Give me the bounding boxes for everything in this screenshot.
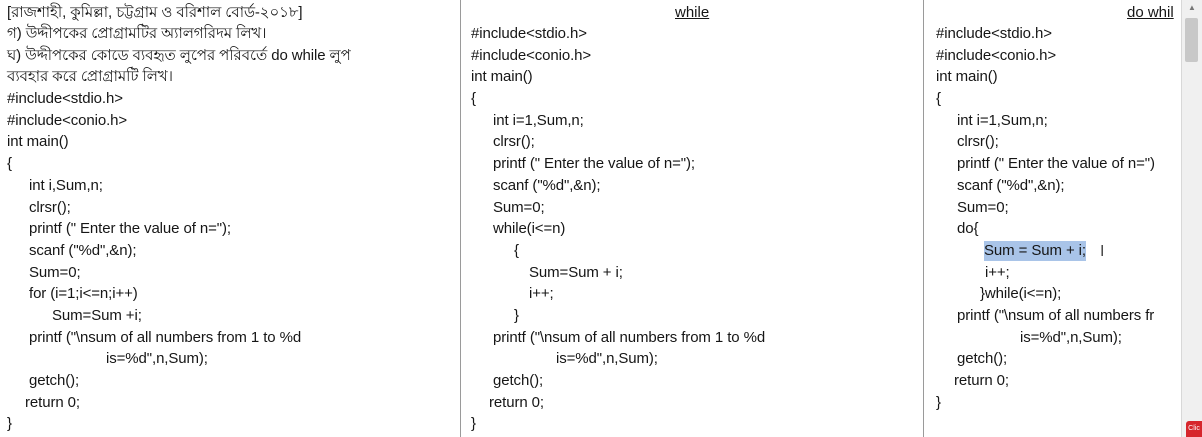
code-line: is=%d",n,Sum); [556,350,658,367]
question-part-gha: ঘ) উদ্দীপকের কোডে ব্যবহৃত লুপের পরিবর্তে… [7,47,351,64]
code-line: printf (" Enter the value of n="); [493,155,695,172]
scrollbar-thumb[interactable] [1185,18,1198,62]
code-line: Sum=Sum +i; [52,307,142,324]
code-line: clrsr(); [29,199,71,216]
code-line: int main() [7,133,69,150]
code-line: int i=1,Sum,n; [493,112,584,129]
code-line: int main() [471,68,533,85]
question-column: [রাজশাহী, কুমিল্লা, চট্টগ্রাম ও বরিশাল ব… [0,0,461,437]
scroll-up-arrow-icon[interactable]: ▲ [1182,0,1202,16]
code-line: #include<stdio.h> [7,90,123,107]
code-line: } [514,307,519,324]
code-line: Sum=0; [493,199,545,216]
code-line: { [471,90,476,107]
code-line: getch(); [957,350,1008,367]
code-line: while(i<=n) [493,220,566,237]
code-line: int i,Sum,n; [29,177,103,194]
code-line: return 0; [954,372,1009,389]
code-line: i++; [529,285,554,302]
code-line: } [471,415,476,432]
code-line: is=%d",n,Sum); [1020,329,1122,346]
code-line: scanf ("%d",&n); [493,177,601,194]
while-column: while #include<stdio.h> #include<conio.h… [462,0,924,437]
document-page: [রাজশাহী, কুমিল্লা, চট্টগ্রাম ও বরিশাল ব… [0,0,1202,437]
code-line: printf (" Enter the value of n="); [29,220,231,237]
code-line: { [7,155,12,172]
code-line: #include<conio.h> [7,112,128,129]
click-badge[interactable]: Clic [1186,421,1202,437]
code-line: is=%d",n,Sum); [106,350,208,367]
code-line: int main() [936,68,998,85]
code-line: } [7,415,12,432]
code-line: getch(); [29,372,80,389]
code-line: }while(i<=n); [980,285,1062,302]
question-board-line: [রাজশাহী, কুমিল্লা, চট্টগ্রাম ও বরিশাল ব… [7,4,303,21]
code-line: return 0; [489,394,544,411]
code-line: #include<conio.h> [936,47,1057,64]
code-line: { [514,242,519,259]
while-column-title: while [675,4,710,21]
code-line: printf ("\nsum of all numbers from 1 to … [493,329,766,346]
code-line: { [936,90,941,107]
code-line: i++; [985,264,1010,281]
i-beam-cursor-icon: I [1100,242,1105,260]
code-line: printf ("\nsum of all numbers fr [957,307,1155,324]
code-line: printf ("\nsum of all numbers from 1 to … [29,329,302,346]
code-line: Sum=0; [29,264,81,281]
code-line: do{ [957,220,979,237]
selected-code-line[interactable]: Sum = Sum + i; [984,241,1086,261]
code-line: printf (" Enter the value of n=") [957,155,1155,172]
code-line: #include<stdio.h> [936,25,1052,42]
code-line: return 0; [25,394,80,411]
code-line: getch(); [493,372,544,389]
code-line: clrsr(); [957,133,999,150]
code-line: scanf ("%d",&n); [957,177,1065,194]
do-while-column: do whil #include<stdio.h> #include<conio… [925,0,1181,437]
do-while-column-title: do whil [1127,4,1174,21]
code-line: Sum=Sum + i; [529,264,623,281]
question-part-gha-cont: ব্যবহার করে প্রোগ্রামটি লিখ। [7,68,173,85]
code-line: int i=1,Sum,n; [957,112,1048,129]
code-line: } [936,394,941,411]
code-line: #include<conio.h> [471,47,592,64]
code-line: Sum=0; [957,199,1009,216]
code-line: scanf ("%d",&n); [29,242,137,259]
vertical-scrollbar[interactable]: ▲ [1181,0,1202,437]
code-line: for (i=1;i<=n;i++) [29,285,138,302]
code-line: #include<stdio.h> [471,25,587,42]
code-line: clrsr(); [493,133,535,150]
question-part-ga: গ) উদ্দীপকের প্রোগ্রামটির অ্যালগরিদম লিখ… [7,25,267,42]
